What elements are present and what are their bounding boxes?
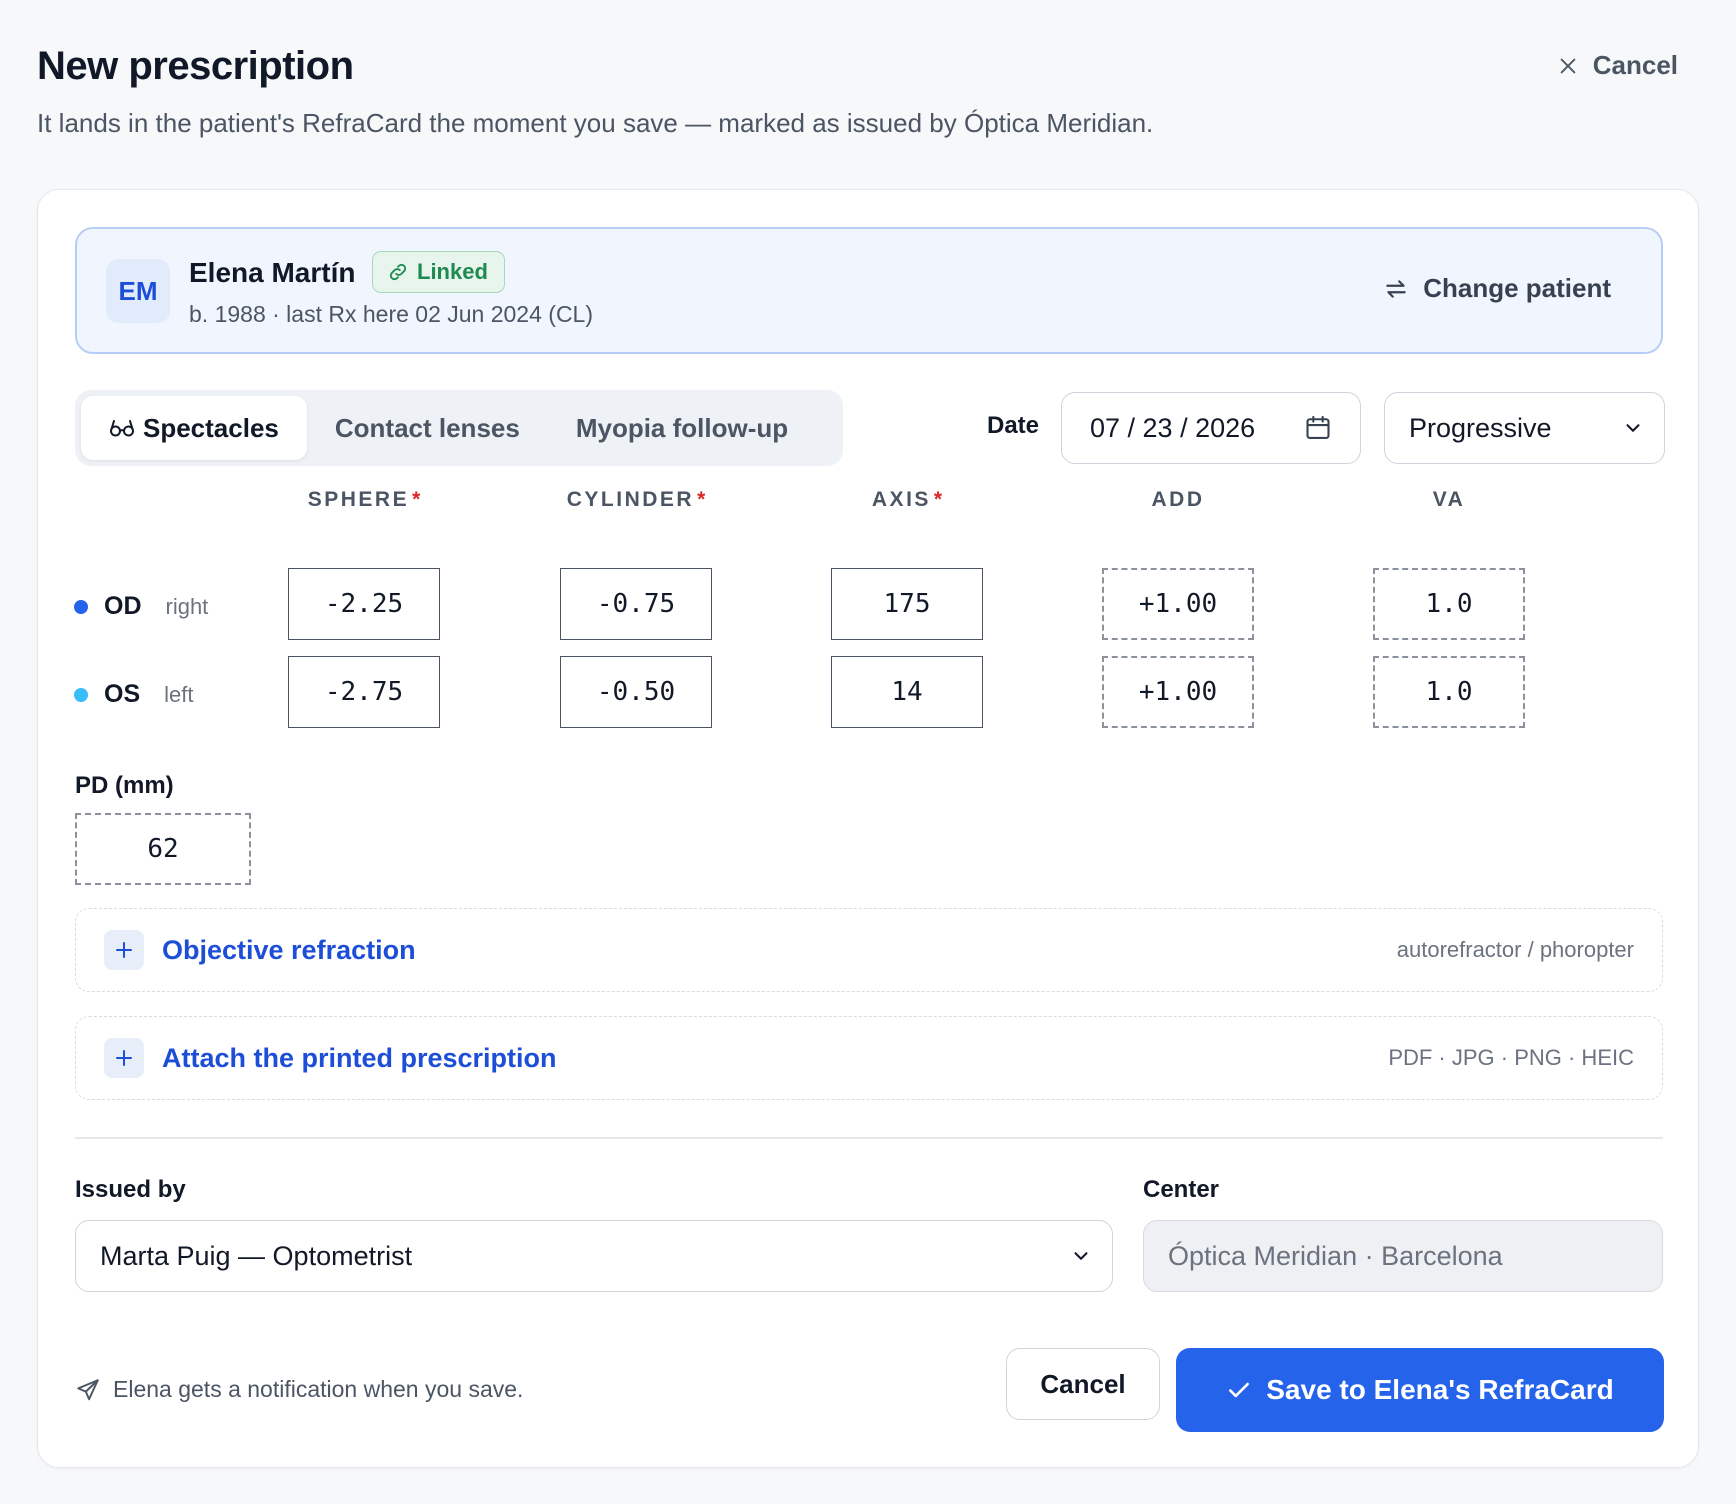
center-label: Center — [1143, 1176, 1220, 1203]
close-icon — [1560, 58, 1576, 73]
os-va-input[interactable]: 1.0 — [1373, 656, 1525, 728]
glasses-icon — [110, 420, 134, 437]
page-subtitle: It lands in the patient's RefraCard the … — [37, 108, 1154, 138]
required-marker: * — [412, 488, 421, 511]
tab-myopia-follow-up-label: Myopia follow-up — [575, 412, 789, 443]
chevron-down-icon — [1074, 1252, 1088, 1260]
col-head-axis: AXIS * — [831, 488, 983, 512]
save-button-label: Save to Elena's RefraCard — [1266, 1374, 1614, 1405]
col-head-va-label: VA — [1432, 488, 1466, 511]
patient-panel: EM Elena Martín Linked b. 1988 · last Rx… — [75, 227, 1663, 354]
od-dot — [74, 599, 88, 614]
linked-badge: Linked — [372, 251, 505, 293]
date-input[interactable]: 07 / 23 / 2026 — [1061, 392, 1361, 464]
od-add-input[interactable]: +1.00 — [1102, 568, 1254, 640]
divider — [75, 1137, 1663, 1139]
tab-contact-lenses[interactable]: Contact lenses — [307, 396, 548, 460]
os-axis-input[interactable]: 14 — [831, 656, 983, 728]
col-head-cylinder-label: CYLINDER — [566, 488, 695, 511]
objective-refraction-title: Objective refraction — [162, 934, 416, 965]
col-head-sphere: SPHERE * — [288, 488, 440, 512]
col-head-add-label: ADD — [1151, 488, 1205, 511]
check-icon — [1229, 1382, 1250, 1398]
os-side: left — [164, 681, 194, 707]
lens-type-value: Progressive — [1409, 412, 1552, 443]
swap-icon — [1386, 279, 1406, 298]
tab-spectacles[interactable]: Spectacles — [81, 396, 307, 460]
col-head-axis-label: AXIS — [871, 488, 931, 511]
os-code: OS — [104, 680, 141, 708]
calendar-icon[interactable] — [1304, 414, 1332, 442]
col-head-sphere-label: SPHERE — [307, 488, 410, 511]
prescription-card: EM Elena Martín Linked b. 1988 · last Rx… — [37, 189, 1699, 1468]
col-head-va: VA — [1373, 488, 1525, 512]
page-title: New prescription — [37, 44, 354, 88]
objective-refraction-toggle[interactable]: Objective refraction autorefractor / pho… — [75, 908, 1663, 992]
attach-prescription-hint: PDF · JPG · PNG · HEIC — [1388, 1045, 1634, 1070]
center-field: Óptica Meridian · Barcelona — [1143, 1220, 1663, 1292]
attach-prescription-title: Attach the printed prescription — [162, 1042, 557, 1073]
tab-myopia-follow-up[interactable]: Myopia follow-up — [548, 396, 816, 460]
chevron-down-icon — [1626, 424, 1640, 432]
od-sphere-input[interactable]: -2.25 — [288, 568, 440, 640]
linked-badge-label: Linked — [417, 259, 488, 284]
col-head-add: ADD — [1102, 488, 1254, 512]
os-sphere-input[interactable]: -2.75 — [288, 656, 440, 728]
od-cylinder-input[interactable]: -0.75 — [560, 568, 712, 640]
os-cylinder-input[interactable]: -0.50 — [560, 656, 712, 728]
patient-meta: b. 1988 · last Rx here 02 Jun 2024 (CL) — [189, 301, 594, 327]
required-marker: * — [933, 488, 943, 511]
patient-name: Elena Martín — [189, 257, 356, 288]
change-patient-button[interactable]: Change patient — [1383, 273, 1611, 304]
tab-spectacles-label: Spectacles — [143, 412, 279, 443]
od-code: OD — [104, 592, 142, 620]
lens-type-select[interactable]: Progressive — [1384, 392, 1665, 464]
tab-contact-lenses-label: Contact lenses — [334, 412, 520, 443]
attach-prescription-toggle[interactable]: Attach the printed prescription PDF · JP… — [75, 1016, 1663, 1100]
header-cancel-button[interactable]: Cancel — [1557, 50, 1678, 81]
plus-icon — [104, 930, 144, 970]
notification-hint: Elena gets a notification when you save. — [75, 1376, 523, 1403]
os-add-input[interactable]: +1.00 — [1102, 656, 1254, 728]
od-axis-input[interactable]: 175 — [831, 568, 983, 640]
issued-by-value: Marta Puig — Optometrist — [100, 1240, 413, 1271]
cancel-button[interactable]: Cancel — [1006, 1348, 1160, 1420]
link-icon — [389, 263, 407, 281]
send-icon — [77, 1378, 99, 1400]
save-button[interactable]: Save to Elena's RefraCard — [1176, 1348, 1664, 1432]
pd-input[interactable]: 62 — [75, 813, 251, 885]
required-marker: * — [697, 488, 706, 511]
date-label: Date — [987, 412, 1040, 439]
od-row-label: OD right — [74, 592, 208, 621]
header-cancel-label: Cancel — [1592, 50, 1678, 80]
od-va-input[interactable]: 1.0 — [1373, 568, 1525, 640]
rx-type-tabs: Spectacles Contact lenses Myopia follow-… — [75, 390, 843, 466]
os-row-label: OS left — [74, 680, 193, 709]
objective-refraction-hint: autorefractor / phoropter — [1396, 937, 1634, 962]
os-dot — [74, 687, 88, 702]
col-head-cylinder: CYLINDER * — [560, 488, 712, 512]
issued-by-label: Issued by — [75, 1176, 186, 1203]
plus-icon — [104, 1038, 144, 1078]
notification-text: Elena gets a notification when you save. — [113, 1376, 524, 1402]
date-value: 07 / 23 / 2026 — [1090, 412, 1256, 443]
issued-by-select[interactable]: Marta Puig — Optometrist — [75, 1220, 1113, 1292]
change-patient-label: Change patient — [1423, 273, 1611, 303]
avatar: EM — [106, 259, 170, 323]
od-side: right — [165, 593, 209, 619]
pd-label: PD (mm) — [75, 772, 174, 799]
